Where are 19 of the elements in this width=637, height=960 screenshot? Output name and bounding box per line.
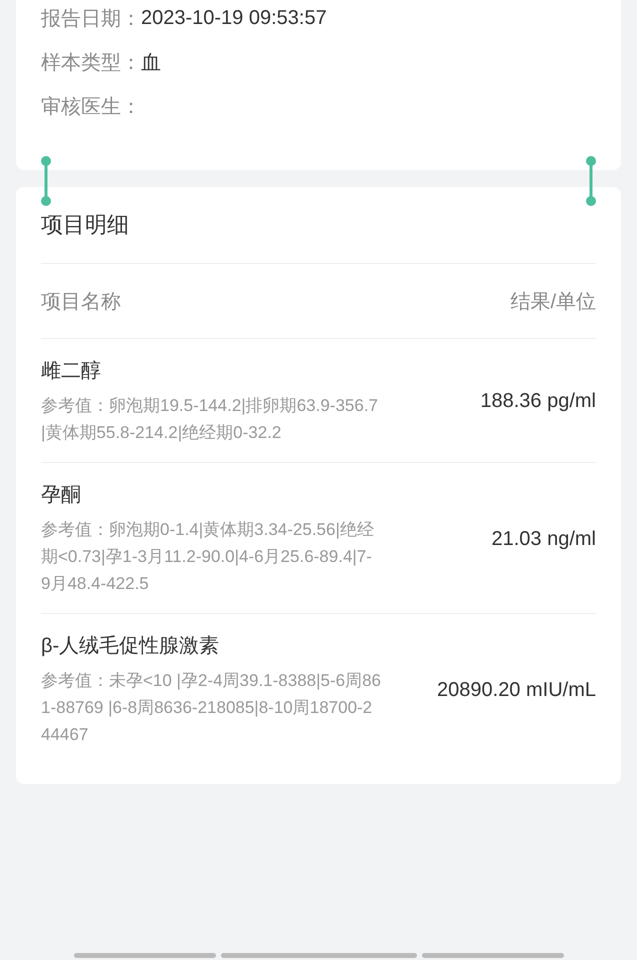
result-value: 188.36 pg/ml	[480, 390, 596, 413]
connector-icon	[585, 155, 597, 207]
reference-range: 参考值：卵泡期19.5-144.2|排卵期63.9-356.7|黄体期55.8-214.2|绝经期0-32.2	[41, 395, 379, 444]
field-value: 2023-10-19 09:53:57	[141, 6, 327, 30]
result-value: 20890.20 mIU/mL	[437, 678, 596, 702]
section-title: 项目明细	[41, 211, 130, 239]
field-label: 报告日期：	[41, 6, 141, 32]
item-name: 雌二醇	[41, 359, 102, 384]
column-header: 结果/单位	[510, 290, 596, 314]
item-name: 孕酮	[41, 483, 82, 508]
item-name: β-人绒毛促性腺激素	[41, 634, 220, 659]
field-value: 血	[141, 50, 161, 76]
column-header: 项目名称	[41, 290, 121, 314]
connector-icon	[40, 155, 52, 207]
reference-range: 参考值：未孕<10 |孕2-4周39.1-8388|5-6周861-88769 |6-8周8636-218085|8-10周18700-244467	[41, 670, 381, 746]
field-label: 样本类型：	[41, 50, 141, 76]
field-label: 审核医生：	[41, 94, 141, 120]
reference-range: 参考值：卵泡期0-1.4|黄体期3.34-25.56|绝经期<0.73|孕1-3月11.2-90.0|4-6月25.6-89.4|7-9月48.4-422.5	[41, 519, 375, 595]
result-value: 21.03 ng/ml	[491, 528, 596, 550]
